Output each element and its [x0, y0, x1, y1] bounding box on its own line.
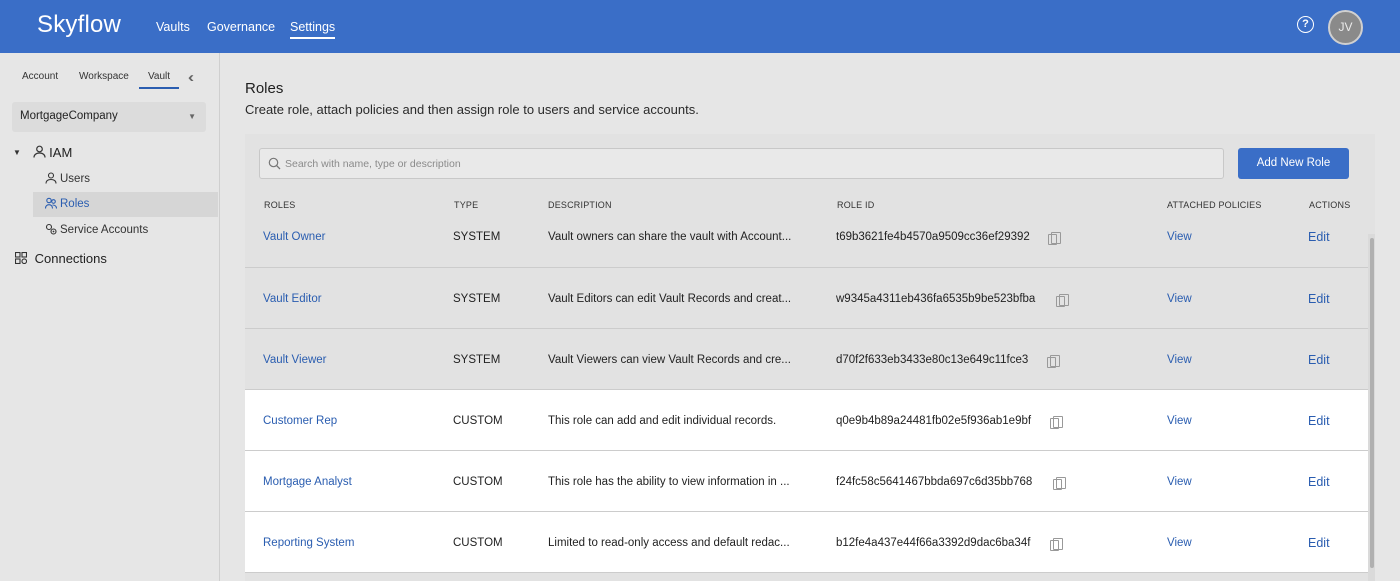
service-account-icon — [45, 223, 57, 235]
role-name-link[interactable]: Vault Editor — [263, 293, 322, 305]
tab-account[interactable]: Account — [22, 71, 58, 82]
role-name-link[interactable]: Mortgage Analyst — [263, 476, 352, 488]
sidebar-item-label: Service Accounts — [60, 224, 149, 236]
role-name-link[interactable]: Customer Rep — [263, 415, 337, 427]
role-name-link[interactable]: Vault Viewer — [263, 354, 327, 366]
sidebar-item-iam[interactable]: ▼ IAM — [13, 145, 72, 160]
sidebar-item-roles[interactable]: Roles — [33, 192, 218, 217]
sidebar-item-users[interactable]: Users — [33, 167, 218, 192]
help-icon[interactable]: ? — [1297, 16, 1314, 33]
users-icon — [45, 197, 57, 209]
role-description: Limited to read-only access and default … — [548, 537, 790, 549]
search-icon — [268, 157, 281, 170]
copy-icon[interactable] — [1048, 232, 1061, 245]
table-row[interactable]: Mortgage Analyst CUSTOM This role has th… — [245, 451, 1368, 512]
add-new-role-button[interactable]: Add New Role — [1238, 148, 1349, 179]
edit-role-button[interactable]: Edit — [1308, 292, 1330, 306]
user-icon — [45, 172, 57, 184]
edit-role-button[interactable]: Edit — [1308, 353, 1330, 367]
nav-settings[interactable]: Settings — [290, 20, 336, 39]
role-type: SYSTEM — [453, 354, 501, 366]
chevron-down-icon: ▼ — [188, 112, 196, 121]
edit-role-button[interactable]: Edit — [1308, 230, 1330, 244]
role-id: t69b3621fe4b4570a9509cc36ef29392 — [836, 231, 1030, 243]
view-policies-link[interactable]: View — [1167, 354, 1192, 366]
role-type: CUSTOM — [453, 415, 503, 427]
sidebar-item-label: Users — [60, 173, 91, 185]
table-row[interactable]: Vault Viewer SYSTEM Vault Viewers can vi… — [245, 329, 1368, 390]
vault-select[interactable]: MortgageCompany ▼ — [12, 102, 206, 132]
user-avatar[interactable]: JV — [1328, 10, 1363, 45]
view-policies-link[interactable]: View — [1167, 537, 1192, 549]
copy-icon[interactable] — [1050, 416, 1063, 429]
tab-workspace[interactable]: Workspace — [79, 71, 129, 82]
table-scrollbar-thumb[interactable] — [1370, 238, 1374, 568]
copy-icon[interactable] — [1047, 355, 1060, 368]
search-placeholder: Search with name, type or description — [285, 158, 461, 170]
sidebar-item-service-accounts[interactable]: Service Accounts — [33, 218, 218, 243]
role-id: f24fc58c5641467bbda697c6d35bb768 — [836, 476, 1033, 488]
sidebar-item-label: Roles — [60, 198, 90, 210]
role-type: SYSTEM — [453, 231, 501, 243]
page-subtitle: Create role, attach policies and then as… — [245, 102, 699, 117]
role-description: This role can add and edit individual re… — [548, 415, 777, 427]
sidebar: Account Workspace Vault ‹‹ MortgageCompa… — [0, 53, 220, 581]
table-row[interactable]: Vault Owner SYSTEM Vault owners can shar… — [245, 207, 1368, 268]
role-name-link[interactable]: Reporting System — [263, 537, 354, 549]
role-type: SYSTEM — [453, 293, 501, 305]
tab-vault[interactable]: Vault — [139, 71, 180, 89]
page-title: Roles — [245, 80, 284, 97]
nav-governance[interactable]: Governance — [207, 20, 275, 34]
role-id: d70f2f633eb3433e80c13e649c11fce3 — [836, 354, 1029, 366]
role-id: w9345a4311eb436fa6535b9be523bfba — [836, 293, 1036, 305]
edit-role-button[interactable]: Edit — [1308, 414, 1330, 428]
copy-icon[interactable] — [1050, 538, 1063, 551]
user-icon — [32, 145, 46, 158]
role-type: CUSTOM — [453, 537, 503, 549]
sidebar-item-connections[interactable]: Connections — [14, 251, 107, 266]
caret-down-icon: ▼ — [13, 148, 21, 157]
view-policies-link[interactable]: View — [1167, 231, 1192, 243]
role-description: Vault owners can share the vault with Ac… — [548, 231, 792, 243]
role-description: This role has the ability to view inform… — [548, 476, 790, 488]
role-id: q0e9b4b89a24481fb02e5f936ab1e9bf — [836, 415, 1032, 427]
role-description: Vault Viewers can view Vault Records and… — [548, 354, 791, 366]
table-row[interactable]: Customer Rep CUSTOM This role can add an… — [245, 390, 1368, 451]
table-row[interactable]: Reporting System CUSTOM Limited to read-… — [245, 512, 1368, 573]
view-policies-link[interactable]: View — [1167, 415, 1192, 427]
role-name-link[interactable]: Vault Owner — [263, 231, 325, 243]
search-input[interactable]: Search with name, type or description — [259, 148, 1224, 179]
table-row[interactable]: Vault Editor SYSTEM Vault Editors can ed… — [245, 268, 1368, 329]
collapse-sidebar-icon[interactable]: ‹‹ — [188, 69, 194, 86]
edit-role-button[interactable]: Edit — [1308, 475, 1330, 489]
skyflow-logo[interactable]: Skyflow — [37, 11, 121, 39]
role-id: b12fe4a437e44f66a3392d9dac6ba34f — [836, 537, 1031, 549]
vault-select-value: MortgageCompany — [20, 110, 118, 122]
role-description: Vault Editors can edit Vault Records and… — [548, 293, 792, 305]
roles-panel: Search with name, type or description Ad… — [245, 134, 1375, 581]
top-navbar: Skyflow Vaults Governance Settings ? JV — [0, 0, 1400, 53]
connections-icon — [14, 251, 28, 265]
view-policies-link[interactable]: View — [1167, 293, 1192, 305]
sidebar-item-label: Connections — [34, 251, 107, 266]
copy-icon[interactable] — [1056, 294, 1069, 307]
sidebar-item-label: IAM — [49, 145, 73, 160]
edit-role-button[interactable]: Edit — [1308, 536, 1330, 550]
nav-vaults[interactable]: Vaults — [156, 20, 190, 34]
copy-icon[interactable] — [1053, 477, 1066, 490]
role-type: CUSTOM — [453, 476, 503, 488]
view-policies-link[interactable]: View — [1167, 476, 1192, 488]
